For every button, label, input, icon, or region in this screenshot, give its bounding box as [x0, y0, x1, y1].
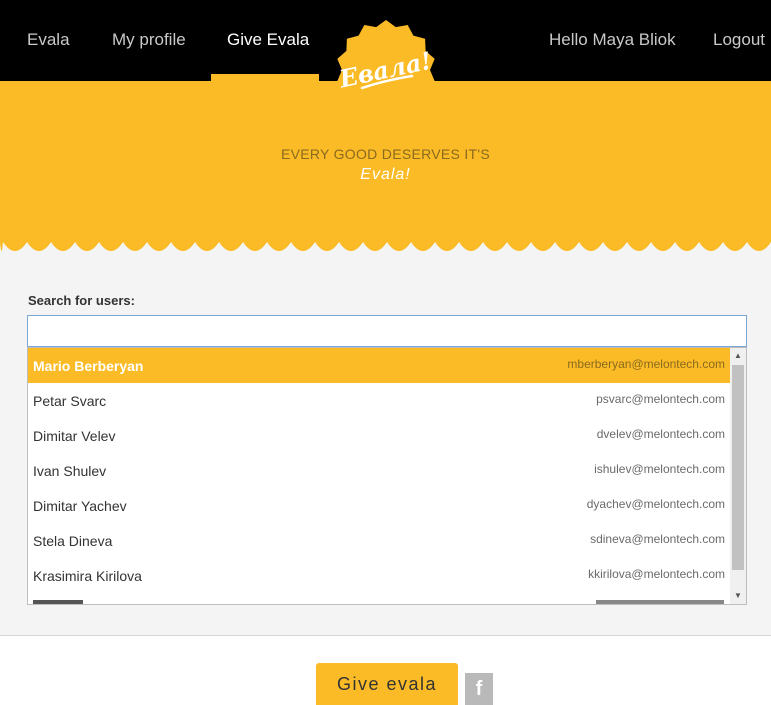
user-name: Krasimira Kirilova: [33, 568, 142, 584]
user-suggestion-row[interactable]: Mario Berberyan mberberyan@melontech.com: [28, 348, 731, 383]
user-name: Mario Berberyan: [33, 358, 144, 374]
give-evala-button[interactable]: Give evala: [316, 663, 458, 705]
user-suggestion-row[interactable]: Stela Dineva sdineva@melontech.com: [28, 523, 731, 558]
facebook-icon[interactable]: f: [465, 673, 493, 705]
section-divider: [0, 635, 771, 636]
user-email: dvelev@melontech.com: [596, 427, 725, 441]
user-suggestions-list: Mario Berberyan mberberyan@melontech.com P…: [27, 347, 747, 605]
user-email: kkirilova@melontech.com: [588, 567, 725, 581]
user-name: Ivan Shulev: [33, 463, 107, 479]
partial-row-email: [596, 600, 724, 604]
scroll-down-icon[interactable]: ▼: [730, 588, 746, 603]
scroll-up-icon[interactable]: ▲: [730, 348, 746, 363]
user-name: Dimitar Velev: [33, 428, 116, 444]
user-suggestion-row[interactable]: Petar Svarc psvarc@melontech.com: [28, 383, 731, 418]
wave-divider: [0, 236, 771, 258]
user-email: psvarc@melontech.com: [596, 392, 725, 406]
main-content: Search for users: Mario Berberyan mberber…: [0, 258, 771, 635]
nav-my-profile-link[interactable]: My profile: [112, 30, 186, 50]
user-email: mberberyan@melontech.com: [567, 357, 725, 371]
user-suggestion-row[interactable]: Ivan Shulev ishulev@melontech.com: [28, 453, 731, 488]
list-scrollbar[interactable]: ▲ ▼: [730, 348, 746, 604]
user-name: Stela Dineva: [33, 533, 113, 549]
user-email: sdineva@melontech.com: [590, 532, 725, 546]
user-suggestion-row[interactable]: Krasimira Kirilova kkirilova@melontech.co…: [28, 558, 731, 593]
user-name: Petar Svarc: [33, 393, 107, 409]
logout-link[interactable]: Logout: [713, 30, 765, 50]
user-greeting[interactable]: Hello Maya Bliok: [549, 30, 676, 50]
nav-home-link[interactable]: Evala: [27, 30, 70, 50]
hero-tagline-brand: Evala!: [360, 166, 411, 183]
nav-give-evala-link[interactable]: Give Evala: [227, 30, 309, 50]
search-label: Search for users:: [28, 293, 135, 308]
user-email: dyachev@melontech.com: [586, 497, 725, 511]
user-name: Dimitar Yachev: [33, 498, 127, 514]
evala-logo[interactable]: Евала!: [332, 16, 440, 124]
partial-row-name: [33, 594, 88, 604]
scroll-thumb[interactable]: [732, 365, 744, 570]
hero-tagline: EVERY GOOD DESERVES IT'S: [280, 146, 491, 162]
user-suggestion-row[interactable]: Dimitar Velev dvelev@melontech.com: [28, 418, 731, 453]
user-email: ishulev@melontech.com: [594, 462, 725, 476]
user-suggestion-row[interactable]: Dimitar Yachev dyachev@melontech.com: [28, 488, 731, 523]
user-search-input[interactable]: [27, 315, 747, 347]
